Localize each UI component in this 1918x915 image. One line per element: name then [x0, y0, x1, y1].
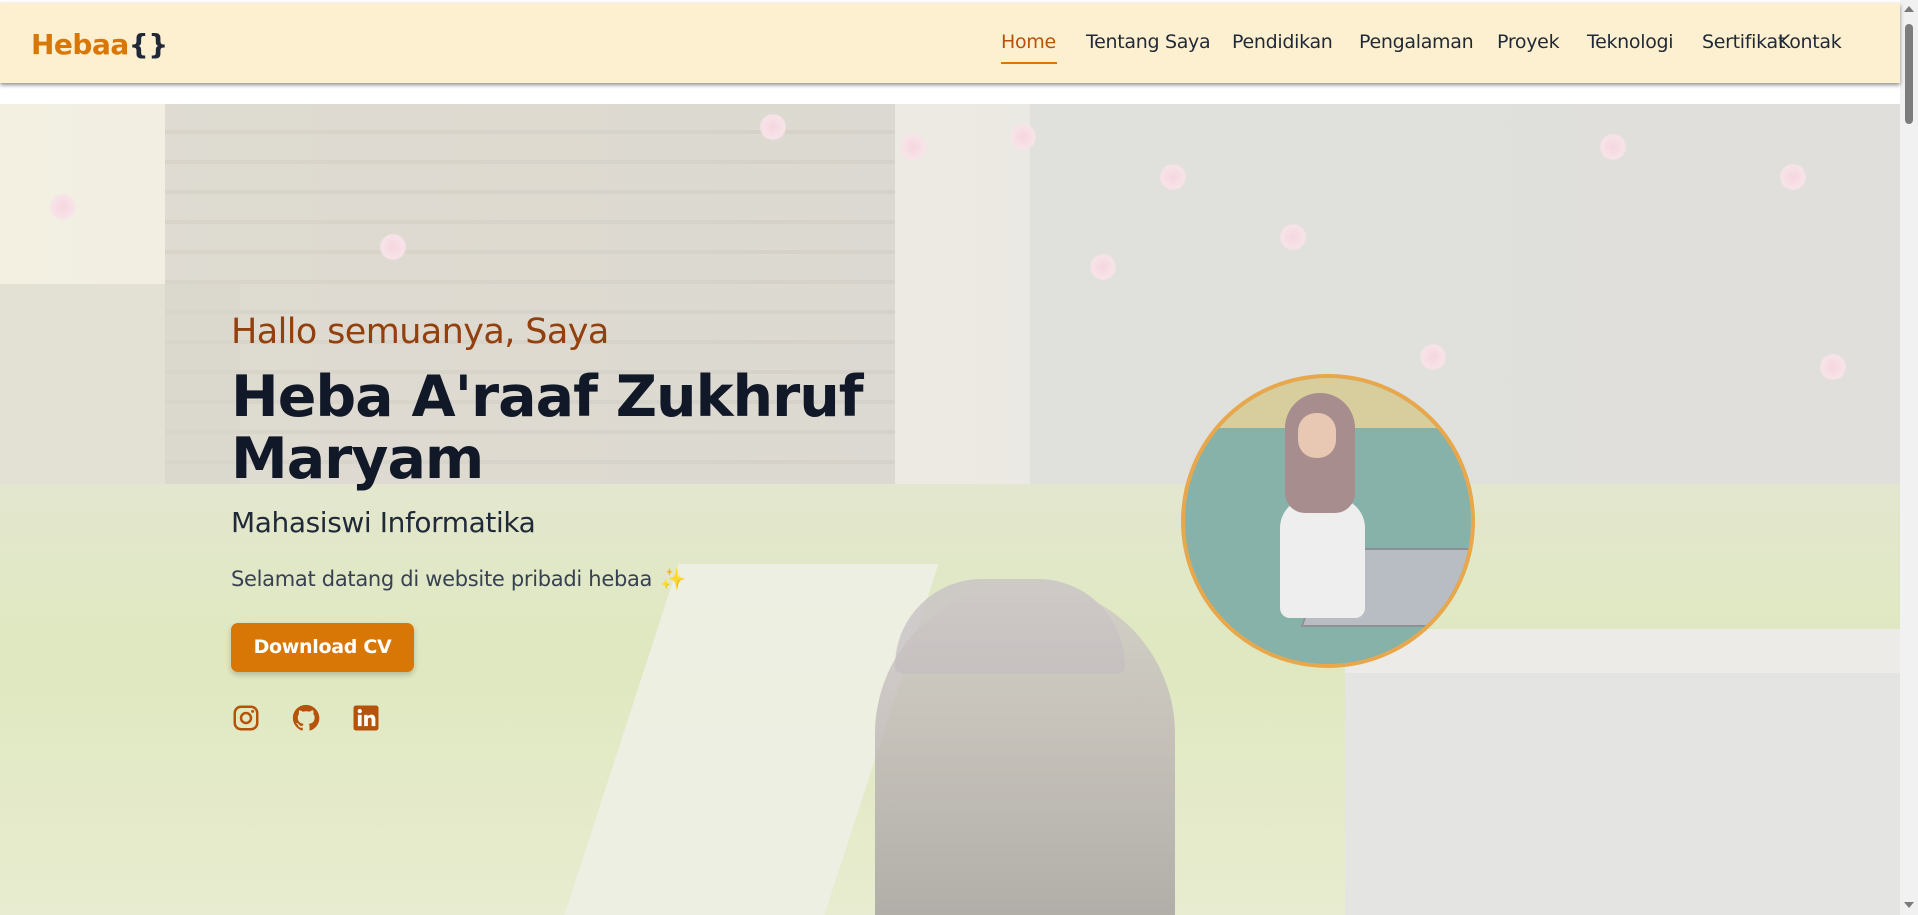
page-scrollbar[interactable] — [1900, 0, 1918, 915]
background-person — [875, 584, 1175, 915]
blossom-decor — [1090, 254, 1116, 280]
hero-role: Mahasiswi Informatika — [231, 506, 536, 539]
profile-photo — [1181, 374, 1475, 668]
nav-proyek[interactable]: Proyek — [1497, 31, 1560, 53]
instagram-icon[interactable] — [231, 703, 261, 733]
nav-links: Home Tentang Saya Pendidikan Pengalaman … — [0, 31, 1900, 71]
scroll-up-arrow-icon[interactable] — [1904, 6, 1914, 12]
blossom-decor — [1600, 134, 1626, 160]
sparkle-icon: ✨ — [660, 567, 686, 591]
hero-welcome: Selamat datang di website pribadi hebaa ✨ — [231, 567, 686, 592]
blossom-decor — [1010, 124, 1036, 150]
scrollbar-thumb[interactable] — [1905, 24, 1913, 124]
blossom-decor — [1280, 224, 1306, 250]
blossom-decor — [50, 194, 76, 220]
blossom-decor — [760, 114, 786, 140]
welcome-text: Selamat datang di website pribadi hebaa — [231, 567, 653, 591]
linkedin-icon[interactable] — [351, 703, 381, 733]
download-cv-button[interactable]: Download CV — [231, 623, 414, 672]
github-icon[interactable] — [291, 703, 321, 733]
blossom-decor — [380, 234, 406, 260]
nav-pengalaman[interactable]: Pengalaman — [1359, 31, 1474, 53]
nav-teknologi[interactable]: Teknologi — [1587, 31, 1674, 53]
blossom-decor — [1420, 344, 1446, 370]
hero-greeting: Hallo semuanya, Saya — [231, 312, 609, 352]
blossom-decor — [1160, 164, 1186, 190]
nav-home[interactable]: Home — [1001, 31, 1056, 53]
blossom-decor — [900, 134, 926, 160]
nav-tentang-saya[interactable]: Tentang Saya — [1086, 31, 1211, 53]
hero-name: Heba A'raaf Zukhruf Maryam — [231, 364, 864, 492]
scroll-down-arrow-icon[interactable] — [1904, 902, 1914, 908]
nav-sertifikat[interactable]: Sertifikat — [1702, 31, 1785, 53]
active-nav-underline — [1001, 62, 1057, 64]
blossom-decor — [1820, 354, 1846, 380]
blossom-decor — [1780, 164, 1806, 190]
nav-pendidikan[interactable]: Pendidikan — [1232, 31, 1333, 53]
nav-kontak[interactable]: Kontak — [1778, 31, 1842, 53]
navbar: Hebaa{} Home Tentang Saya Pendidikan Pen… — [0, 3, 1900, 83]
